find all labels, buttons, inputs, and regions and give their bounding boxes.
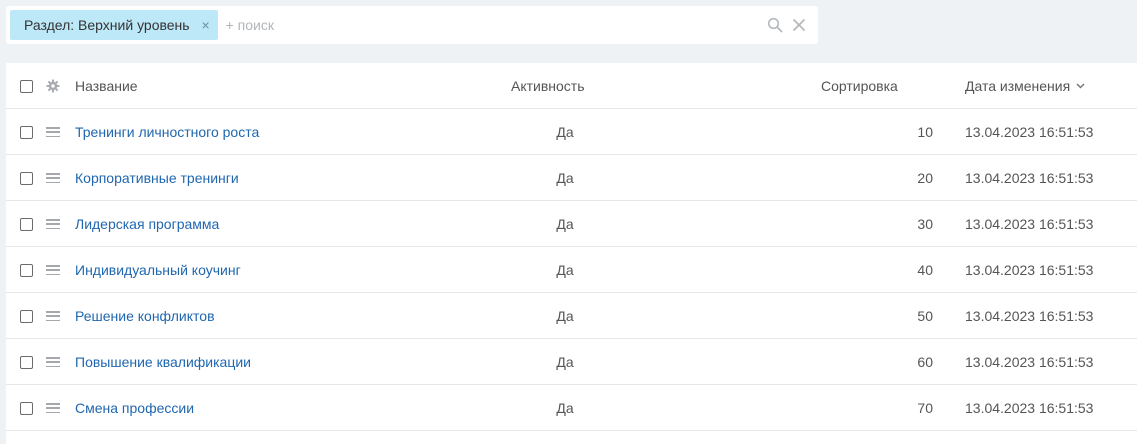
- row-drag-cell: [46, 201, 62, 247]
- drag-handle-icon[interactable]: [46, 265, 60, 275]
- data-grid: Название Активность Сортировка Дата изме…: [6, 63, 1137, 444]
- row-active-value: Да: [556, 216, 574, 232]
- row-active-value: Да: [556, 262, 574, 278]
- row-name-link[interactable]: Корпоративные тренинги: [75, 155, 239, 201]
- row-active-value: Да: [556, 124, 574, 140]
- grid-header: Название Активность Сортировка Дата изме…: [6, 63, 1137, 109]
- row-checkbox-cell: [20, 385, 36, 431]
- filter-bar: Раздел: Верхний уровень ×: [6, 6, 818, 44]
- table-row[interactable]: Лидерская программа Да 30 13.04.2023 16:…: [6, 201, 1137, 247]
- column-header-date-label: Дата изменения: [965, 78, 1071, 94]
- row-sort-value: 10: [917, 124, 933, 140]
- row-name-link[interactable]: Решение конфликтов: [75, 293, 215, 339]
- row-checkbox-cell: [20, 155, 36, 201]
- table-row[interactable]: Решение конфликтов Да 50 13.04.2023 16:5…: [6, 293, 1137, 339]
- row-date-value: 13.04.2023 16:51:53: [965, 124, 1094, 140]
- drag-handle-icon[interactable]: [46, 127, 60, 137]
- row-name-link[interactable]: Повышение квалификации: [75, 339, 251, 385]
- row-sort-value: 70: [917, 400, 933, 416]
- row-name-link[interactable]: Смена профессии: [75, 385, 194, 431]
- column-header-date[interactable]: Дата изменения: [965, 63, 1085, 109]
- row-drag-cell: [46, 293, 62, 339]
- row-checkbox-cell: [20, 293, 36, 339]
- table-row[interactable]: Тренинги личностного роста Да 10 13.04.2…: [6, 109, 1137, 155]
- row-date-value: 13.04.2023 16:51:53: [965, 170, 1094, 186]
- table-row[interactable]: Корпоративные тренинги Да 20 13.04.2023 …: [6, 155, 1137, 201]
- row-checkbox[interactable]: [20, 355, 33, 369]
- row-date-value: 13.04.2023 16:51:53: [965, 354, 1094, 370]
- filter-chip-remove-icon[interactable]: ×: [200, 17, 212, 33]
- column-header-active[interactable]: Активность: [511, 63, 585, 109]
- column-header-name[interactable]: Название: [75, 63, 138, 109]
- row-date-value: 13.04.2023 16:51:53: [965, 308, 1094, 324]
- search-input[interactable]: [225, 11, 764, 39]
- filter-chip-section[interactable]: Раздел: Верхний уровень ×: [10, 10, 218, 40]
- gear-icon[interactable]: [46, 79, 60, 93]
- table-row[interactable]: Повышение квалификации Да 60 13.04.2023 …: [6, 339, 1137, 385]
- row-checkbox[interactable]: [20, 401, 33, 415]
- search-icon[interactable]: [764, 14, 786, 36]
- row-sort-value: 40: [917, 262, 933, 278]
- row-drag-cell: [46, 339, 62, 385]
- row-active-value: Да: [556, 308, 574, 324]
- row-drag-cell: [46, 247, 62, 293]
- row-name-link[interactable]: Индивидуальный коучинг: [75, 247, 241, 293]
- row-active-value: Да: [556, 170, 574, 186]
- row-date-value: 13.04.2023 16:51:53: [965, 216, 1094, 232]
- drag-handle-icon[interactable]: [46, 219, 60, 229]
- row-checkbox[interactable]: [20, 171, 33, 185]
- row-checkbox-cell: [20, 339, 36, 385]
- chevron-down-icon: [1076, 83, 1085, 89]
- row-date-value: 13.04.2023 16:51:53: [965, 400, 1094, 416]
- row-drag-cell: [46, 109, 62, 155]
- row-checkbox-cell: [20, 247, 36, 293]
- row-name-link[interactable]: Тренинги личностного роста: [75, 109, 259, 155]
- row-checkbox[interactable]: [20, 263, 33, 277]
- table-row[interactable]: Индивидуальный коучинг Да 40 13.04.2023 …: [6, 247, 1137, 293]
- drag-handle-icon[interactable]: [46, 173, 60, 183]
- row-checkbox[interactable]: [20, 217, 33, 231]
- row-checkbox-cell: [20, 201, 36, 247]
- row-sort-value: 20: [917, 170, 933, 186]
- row-checkbox-cell: [20, 109, 36, 155]
- row-drag-cell: [46, 155, 62, 201]
- row-date-value: 13.04.2023 16:51:53: [965, 262, 1094, 278]
- header-checkbox-cell: [20, 63, 36, 109]
- close-icon[interactable]: [788, 14, 810, 36]
- row-drag-cell: [46, 385, 62, 431]
- row-name-link[interactable]: Лидерская программа: [75, 201, 219, 247]
- drag-handle-icon[interactable]: [46, 357, 60, 367]
- select-all-checkbox[interactable]: [20, 79, 33, 93]
- row-checkbox[interactable]: [20, 125, 33, 139]
- row-active-value: Да: [556, 400, 574, 416]
- table-row[interactable]: Смена профессии Да 70 13.04.2023 16:51:5…: [6, 385, 1137, 431]
- row-active-value: Да: [556, 354, 574, 370]
- header-settings-cell: [46, 63, 62, 109]
- row-sort-value: 50: [917, 308, 933, 324]
- row-checkbox[interactable]: [20, 309, 33, 323]
- row-sort-value: 30: [917, 216, 933, 232]
- filter-chip-label: Раздел: Верхний уровень: [24, 17, 190, 33]
- drag-handle-icon[interactable]: [46, 403, 60, 413]
- column-header-sort[interactable]: Сортировка: [821, 63, 898, 109]
- row-sort-value: 60: [917, 354, 933, 370]
- drag-handle-icon[interactable]: [46, 311, 60, 321]
- filter-bar-actions: [764, 14, 810, 36]
